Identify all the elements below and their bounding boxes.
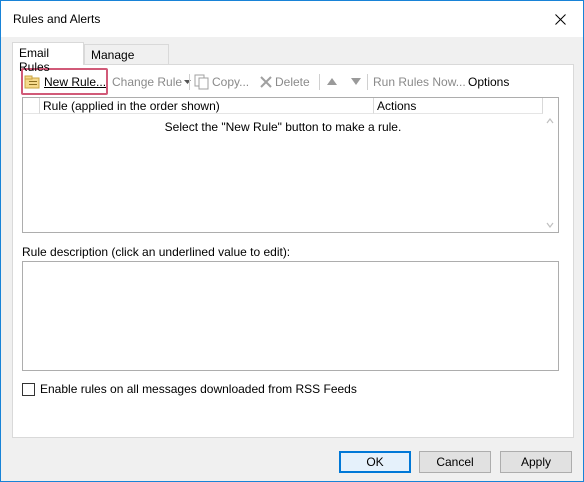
copy-button[interactable]: Copy... <box>194 71 249 93</box>
delete-label: Delete <box>275 75 310 89</box>
rss-rules-option[interactable]: Enable rules on all messages downloaded … <box>22 382 357 396</box>
close-button[interactable] <box>537 1 583 37</box>
scroll-down-icon[interactable] <box>546 221 554 229</box>
rule-description-box[interactable] <box>22 261 559 371</box>
rules-list[interactable]: Rule (applied in the order shown) Action… <box>22 97 559 233</box>
toolbar-separator <box>367 74 368 90</box>
change-rule-button[interactable]: Change Rule <box>112 71 192 93</box>
apply-button[interactable]: Apply <box>500 451 572 473</box>
new-rule-label: New Rule... <box>44 75 107 89</box>
column-header-rule-label: Rule (applied in the order shown) <box>43 99 220 113</box>
scroll-up-icon[interactable] <box>546 117 554 125</box>
title-bar: Rules and Alerts <box>1 1 583 37</box>
column-header-rule[interactable]: Rule (applied in the order shown) <box>40 98 374 114</box>
toolbar-separator <box>189 74 190 90</box>
options-button[interactable]: Options <box>468 71 509 93</box>
rules-toolbar: New Rule... Change Rule Copy... Delete R… <box>23 71 563 93</box>
tab-email-rules[interactable]: Email Rules <box>12 42 84 74</box>
delete-button[interactable]: Delete <box>259 71 310 93</box>
rule-description-label: Rule description (click an underlined va… <box>22 245 291 259</box>
close-icon <box>554 13 566 25</box>
chevron-down-icon <box>184 79 192 84</box>
arrow-up-icon <box>327 78 337 85</box>
ok-button[interactable]: OK <box>339 451 411 473</box>
empty-rules-message: Select the "New Rule" button to make a r… <box>164 120 402 134</box>
move-down-button[interactable] <box>351 71 361 93</box>
rss-rules-checkbox[interactable] <box>22 382 35 396</box>
new-rule-button[interactable]: New Rule... <box>24 71 106 93</box>
copy-label: Copy... <box>212 75 250 89</box>
rss-rules-label: Enable rules on all messages downloaded … <box>40 382 357 396</box>
run-rules-now-button[interactable]: Run Rules Now... <box>373 71 466 93</box>
column-header-actions[interactable]: Actions <box>374 98 543 114</box>
change-rule-label: Change Rule <box>112 75 183 89</box>
column-header-checkbox[interactable] <box>23 98 40 114</box>
new-rule-icon <box>24 75 40 89</box>
toolbar-separator <box>319 74 320 90</box>
arrow-down-icon <box>351 78 361 85</box>
move-up-button[interactable] <box>327 71 337 93</box>
cancel-button[interactable]: Cancel <box>419 451 491 473</box>
tab-email-rules-label: Email Rules <box>19 46 50 74</box>
ok-label: OK <box>366 455 384 469</box>
rules-list-scrollbar[interactable] <box>542 114 558 232</box>
tab-manage-alerts[interactable]: Manage Alerts <box>84 44 169 76</box>
cancel-label: Cancel <box>436 455 474 469</box>
delete-icon <box>260 76 272 88</box>
column-header-actions-label: Actions <box>377 99 417 113</box>
rules-and-alerts-dialog: Rules and Alerts Email Rules Manage Aler… <box>0 0 584 482</box>
run-rules-now-label: Run Rules Now... <box>373 75 466 89</box>
copy-icon <box>194 74 209 90</box>
options-label: Options <box>468 75 510 89</box>
apply-label: Apply <box>520 455 552 469</box>
window-title: Rules and Alerts <box>13 12 101 26</box>
